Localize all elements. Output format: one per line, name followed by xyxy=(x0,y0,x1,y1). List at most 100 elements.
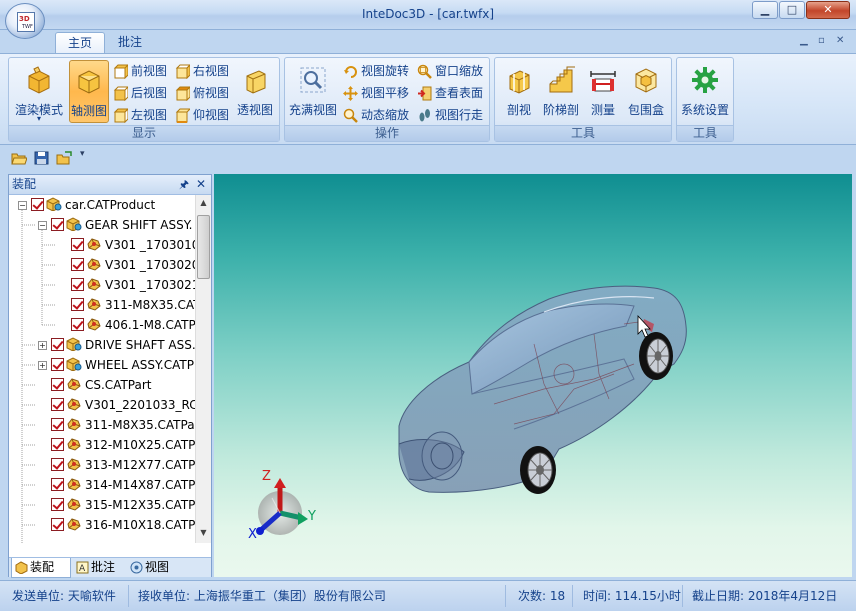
top-view-button[interactable]: 俯视图 xyxy=(173,83,229,103)
collapse-icon[interactable]: − xyxy=(18,201,27,210)
status-separator xyxy=(682,585,683,607)
product-icon xyxy=(66,337,82,351)
app-logo-icon: 3D TWF xyxy=(17,12,35,32)
tree-row[interactable]: 311-M8X35.CATPa xyxy=(51,415,195,435)
maximize-button[interactable]: □ xyxy=(779,1,805,19)
tree-row[interactable]: 311-M8X35.CAT xyxy=(71,295,195,315)
group-tools: 剖视 阶梯剖 测量 包围盒 工具 xyxy=(494,57,672,142)
top-view-icon xyxy=(175,86,190,101)
pin-icon[interactable]: 🖈 xyxy=(179,175,189,194)
fit-view-button[interactable]: 充满视图 xyxy=(287,60,339,123)
front-view-button[interactable]: 前视图 xyxy=(111,61,167,81)
status-deadline: 截止日期: 2018年4月12日 xyxy=(692,589,838,603)
open-folder-icon[interactable] xyxy=(11,151,27,165)
app-menu-button[interactable]: 3D TWF xyxy=(5,3,45,39)
pane-tab-annotation[interactable]: A 批注 xyxy=(73,558,125,578)
tree-row[interactable]: 315-M12X35.CATP xyxy=(51,495,195,515)
scroll-up-icon[interactable]: ▲ xyxy=(196,195,211,211)
tree-row[interactable]: 313-M12X77.CATP xyxy=(51,455,195,475)
open-file-icon[interactable] xyxy=(56,151,72,165)
tab-home[interactable]: 主页 xyxy=(55,32,106,53)
rotate-view-button[interactable]: 视图旋转 xyxy=(341,61,409,81)
tree-row[interactable]: V301 _1703021 xyxy=(71,275,195,295)
right-view-button[interactable]: 右视图 xyxy=(173,61,229,81)
visibility-checkbox[interactable] xyxy=(51,518,64,531)
tree-row[interactable]: − GEAR SHIFT ASSY. xyxy=(38,215,192,235)
bottom-view-icon xyxy=(175,108,190,123)
dynamic-zoom-button[interactable]: 动态缩放 xyxy=(341,105,409,125)
qat-customize-button[interactable]: ▾ xyxy=(80,149,96,163)
minimize-button[interactable]: ▁ xyxy=(752,1,778,19)
visibility-checkbox[interactable] xyxy=(31,198,44,211)
tree-scrollbar[interactable]: ▲ ▼ xyxy=(195,195,211,543)
tree-row-label: 315-M12X35.CATP xyxy=(85,498,195,512)
visibility-checkbox[interactable] xyxy=(51,418,64,431)
tree-row[interactable]: V301 _1703010 xyxy=(71,235,195,255)
visibility-checkbox[interactable] xyxy=(51,498,64,511)
car-model[interactable]: Z Y X xyxy=(214,174,852,577)
tree-row[interactable]: − car.CATProduct xyxy=(18,195,155,215)
bounding-box-button[interactable]: 包围盒 xyxy=(623,60,669,123)
left-view-button[interactable]: 左视图 xyxy=(111,105,167,125)
measure-button[interactable]: 测量 xyxy=(583,60,623,123)
bottom-view-button[interactable]: 仰视图 xyxy=(173,105,229,125)
tree-row-label: WHEEL ASSY.CATP xyxy=(85,358,194,372)
back-view-icon xyxy=(113,86,128,101)
window-zoom-button[interactable]: 窗口缩放 xyxy=(415,61,483,81)
mdi-close-button[interactable]: ✕ xyxy=(836,35,844,46)
visibility-checkbox[interactable] xyxy=(51,358,64,371)
render-mode-icon xyxy=(28,66,50,94)
3d-viewport[interactable]: Z Y X xyxy=(214,174,852,577)
rear-wheel xyxy=(520,446,556,494)
part-icon xyxy=(67,478,81,491)
visibility-checkbox[interactable] xyxy=(71,278,84,291)
scroll-down-icon[interactable]: ▼ xyxy=(196,525,211,541)
axis-view-button[interactable]: 轴测图 xyxy=(69,60,109,123)
tree-row[interactable]: CS.CATPart xyxy=(51,375,152,395)
render-mode-button[interactable]: 渲染模式 ▾ xyxy=(11,60,67,123)
mdi-minimize-button[interactable]: ▁ xyxy=(800,35,808,46)
tree-row[interactable]: + DRIVE SHAFT ASS. xyxy=(38,335,195,355)
tree-row[interactable]: + WHEEL ASSY.CATP xyxy=(38,355,194,375)
tree-row[interactable]: V301 _1703020 xyxy=(71,255,195,275)
perspective-view-button[interactable]: 透视图 xyxy=(235,60,275,123)
tree-row-label: V301 _1703021 xyxy=(105,278,195,292)
part-icon xyxy=(67,438,81,451)
visibility-checkbox[interactable] xyxy=(51,338,64,351)
front-view-icon xyxy=(113,64,128,79)
render-mode-dropdown-icon[interactable]: ▾ xyxy=(11,114,67,123)
pan-view-button[interactable]: 视图平移 xyxy=(341,83,409,103)
visibility-checkbox[interactable] xyxy=(71,298,84,311)
mdi-restore-button[interactable]: ▫ xyxy=(818,35,825,46)
system-settings-button[interactable]: 系统设置 xyxy=(678,60,732,123)
scroll-thumb[interactable] xyxy=(197,215,210,279)
back-view-button[interactable]: 后视图 xyxy=(111,83,167,103)
visibility-checkbox[interactable] xyxy=(51,438,64,451)
pane-tab-assembly[interactable]: 装配 xyxy=(11,558,71,578)
visibility-checkbox[interactable] xyxy=(51,218,64,231)
visibility-checkbox[interactable] xyxy=(51,398,64,411)
tab-annotate[interactable]: 批注 xyxy=(106,32,154,53)
tree-row[interactable]: 312-M10X25.CATP xyxy=(51,435,195,455)
walk-view-button[interactable]: 视图行走 xyxy=(415,105,483,125)
visibility-checkbox[interactable] xyxy=(51,378,64,391)
visibility-checkbox[interactable] xyxy=(51,458,64,471)
visibility-checkbox[interactable] xyxy=(71,258,84,271)
view-surface-button[interactable]: 查看表面 xyxy=(415,83,483,103)
pane-tab-view[interactable]: 视图 xyxy=(127,558,183,578)
collapse-icon[interactable]: − xyxy=(38,221,47,230)
tree-row[interactable]: 314-M14X87.CATP xyxy=(51,475,195,495)
pane-close-icon[interactable]: ✕ xyxy=(196,175,206,194)
tree-row[interactable]: 406.1-M8.CATP xyxy=(71,315,195,335)
visibility-checkbox[interactable] xyxy=(51,478,64,491)
tree-row[interactable]: 316-M10X18.CATP xyxy=(51,515,195,535)
expand-icon[interactable]: + xyxy=(38,361,47,370)
save-icon[interactable] xyxy=(34,151,50,165)
tree-row[interactable]: V301_2201033_RC xyxy=(51,395,195,415)
visibility-checkbox[interactable] xyxy=(71,238,84,251)
close-button[interactable]: ✕ xyxy=(806,1,850,19)
expand-icon[interactable]: + xyxy=(38,341,47,350)
stair-section-button[interactable]: 阶梯剖 xyxy=(539,60,583,123)
visibility-checkbox[interactable] xyxy=(71,318,84,331)
section-view-button[interactable]: 剖视 xyxy=(497,60,541,123)
